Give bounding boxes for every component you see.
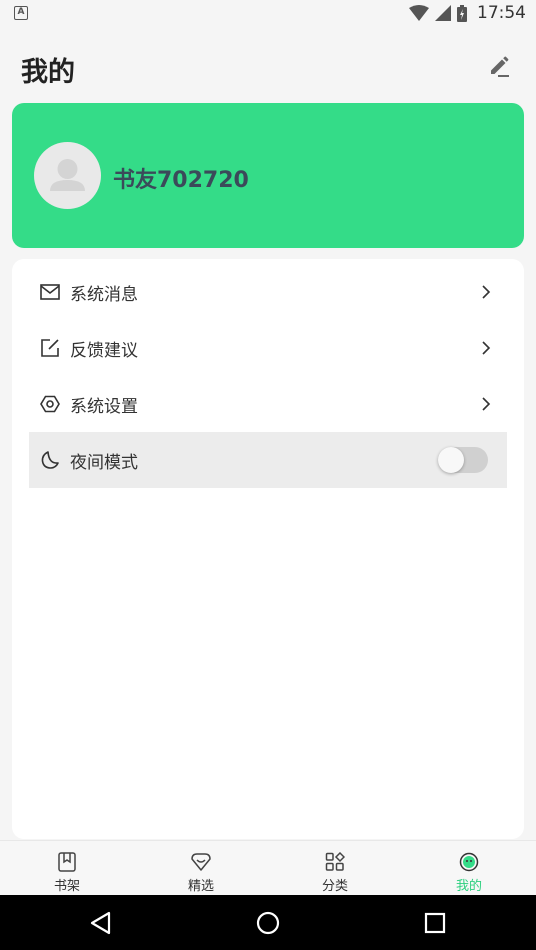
- menu-item-label: 系统消息: [70, 284, 138, 305]
- avatar[interactable]: [34, 142, 101, 209]
- profile-icon: [459, 852, 479, 872]
- pencil-icon: [491, 56, 509, 77]
- toggle-knob: [438, 447, 464, 473]
- feedback-icon: [40, 338, 60, 358]
- edit-button[interactable]: [486, 54, 512, 80]
- night-mode-toggle[interactable]: [438, 447, 488, 473]
- category-icon: [325, 852, 345, 872]
- tab-profile[interactable]: 我的: [402, 841, 536, 895]
- recents-icon[interactable]: [421, 909, 449, 937]
- tab-label: 精选: [187, 879, 214, 894]
- back-icon[interactable]: [87, 909, 115, 937]
- chevron-right-icon: [482, 285, 491, 299]
- page-title: 我的: [21, 57, 75, 88]
- menu-item-night-mode[interactable]: 夜间模式: [29, 432, 507, 488]
- mail-icon: [40, 282, 60, 302]
- chevron-right-icon: [482, 341, 491, 355]
- tab-category[interactable]: 分类: [268, 841, 402, 895]
- tab-label: 分类: [321, 879, 348, 894]
- status-time: 17:54: [477, 3, 526, 23]
- bottom-nav: 书架 精选 分类 我的: [0, 840, 536, 895]
- home-icon[interactable]: [254, 909, 282, 937]
- profile-card[interactable]: 书友702720: [12, 103, 524, 248]
- system-nav-bar: [0, 895, 536, 950]
- status-icons: 17:54: [409, 3, 526, 23]
- tab-label: 书架: [53, 879, 80, 894]
- battery-icon: [457, 4, 467, 22]
- featured-icon: [191, 852, 211, 872]
- menu-item-system-messages[interactable]: 系统消息: [29, 264, 507, 320]
- signal-icon: [435, 5, 451, 21]
- menu-item-feedback[interactable]: 反馈建议: [29, 320, 507, 376]
- menu-card: 系统消息 反馈建议 系统设置 夜间模式: [12, 259, 524, 839]
- wifi-icon: [409, 5, 429, 21]
- moon-icon: [40, 450, 60, 470]
- username: 书友702720: [113, 168, 249, 193]
- chevron-right-icon: [482, 397, 491, 411]
- tab-bookshelf[interactable]: 书架: [0, 841, 134, 895]
- settings-icon: [40, 394, 60, 414]
- menu-item-label: 系统设置: [70, 396, 138, 417]
- default-avatar-icon: [50, 159, 85, 191]
- menu-item-settings[interactable]: 系统设置: [29, 376, 507, 432]
- bookshelf-icon: [57, 852, 77, 872]
- tab-featured[interactable]: 精选: [134, 841, 268, 895]
- notification-icon: A: [14, 6, 28, 20]
- tab-label: 我的: [455, 879, 482, 894]
- menu-item-label: 反馈建议: [70, 340, 138, 361]
- status-bar: A 17:54: [0, 0, 536, 26]
- menu-item-label: 夜间模式: [70, 452, 138, 473]
- header: 我的: [0, 26, 536, 102]
